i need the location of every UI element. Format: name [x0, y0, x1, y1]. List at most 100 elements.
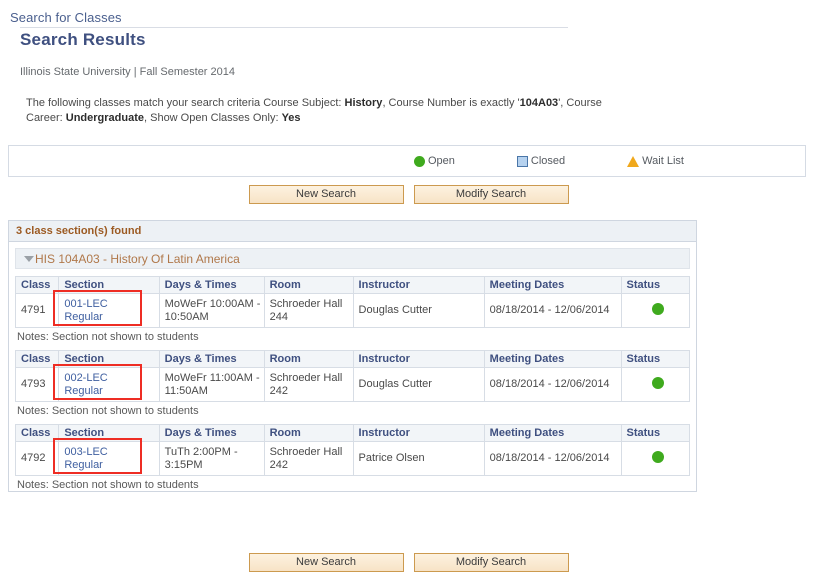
course-group-bar[interactable]: HIS 104A03 - History Of Latin America [15, 248, 690, 269]
sections-host: Class Section Days & Times Room Instructor Me… [9, 276, 696, 491]
section-block: Class Section Days & Times Room Instructor Me… [14, 350, 691, 417]
cell-meeting-dates: 08/18/2014 - 12/06/2014 [483, 367, 622, 402]
column-header-class: Class [14, 424, 60, 442]
section-type: Regular [64, 310, 103, 323]
cell-class: 4793 [14, 367, 60, 402]
column-header-meeting-dates: Meeting Dates [483, 424, 622, 442]
breadcrumb-search-for-classes-link[interactable]: Search for Classes [10, 10, 122, 25]
column-header-room: Room [263, 276, 354, 294]
criteria-subject: History [344, 97, 383, 109]
table-row: 4791 001-LEC Regular MoWeFr 10:00AM - 10:50… [14, 293, 691, 328]
cell-class: 4791 [14, 293, 60, 328]
legend-item-open: Open [414, 155, 455, 167]
cell-class: 4792 [14, 441, 60, 476]
section-link[interactable]: 002-LEC Regular [64, 372, 158, 398]
criteria-mid1: , Course Number is exactly ' [382, 97, 520, 109]
column-header-section: Section [58, 350, 160, 368]
column-header-instructor: Instructor [352, 276, 485, 294]
cell-days-times: MoWeFr 10:00AM - 10:50AM [158, 293, 265, 328]
course-group-label: HIS 104A03 - History Of Latin America [35, 252, 240, 266]
cell-instructor: Douglas Cutter [352, 293, 485, 328]
status-badge-open-icon [651, 376, 664, 389]
column-header-room: Room [263, 350, 354, 368]
cell-status [620, 367, 691, 402]
status-badge-open-icon [651, 302, 664, 315]
column-header-status: Status [620, 276, 691, 294]
criteria-course-number: 104A03 [519, 97, 559, 109]
section-table: Class Section Days & Times Room Instructor Me… [14, 276, 691, 328]
legend-item-wait-list: Wait List [627, 155, 684, 167]
table-row: 4792 003-LEC Regular TuTh 2:00PM - 3:15PM Sc… [14, 441, 691, 476]
page-header: Search for Classes Search Results Illino… [0, 0, 817, 126]
legend-item-closed: Closed [516, 155, 566, 167]
column-header-class: Class [14, 350, 60, 368]
section-notes: Notes: Section not shown to students [17, 405, 199, 417]
section-table-wrapper: Class Section Days & Times Room Instructor Me… [14, 424, 691, 476]
legend-label-open: Open [428, 155, 455, 167]
modify-search-button-bottom[interactable]: Modify Search [413, 553, 569, 572]
section-link[interactable]: 003-LEC Regular [64, 446, 158, 472]
section-notes: Notes: Section not shown to students [17, 479, 199, 491]
column-header-days-times: Days & Times [158, 350, 265, 368]
column-header-days-times: Days & Times [158, 276, 265, 294]
cell-status [620, 441, 691, 476]
closed-square-icon [516, 155, 528, 167]
column-header-meeting-dates: Meeting Dates [483, 276, 622, 294]
section-table: Class Section Days & Times Room Instructor Me… [14, 350, 691, 402]
legend-items: Open Closed Wait List [414, 146, 684, 176]
section-link[interactable]: 001-LEC Regular [64, 298, 158, 324]
modify-search-button-top[interactable]: Modify Search [413, 185, 569, 204]
column-header-section: Section [58, 424, 160, 442]
new-search-button-top[interactable]: New Search [248, 185, 404, 204]
open-circle-icon [414, 155, 425, 167]
cell-days-times: MoWeFr 11:00AM - 11:50AM [158, 367, 265, 402]
column-header-room: Room [263, 424, 354, 442]
criteria-career: Undergraduate [65, 112, 144, 124]
criteria-lead: The following classes match your search … [26, 97, 345, 109]
cell-section: 001-LEC Regular [58, 293, 160, 328]
cell-status [620, 293, 691, 328]
cell-days-times: TuTh 2:00PM - 3:15PM [158, 441, 265, 476]
cell-section: 002-LEC Regular [58, 367, 160, 402]
cell-meeting-dates: 08/18/2014 - 12/06/2014 [483, 293, 622, 328]
table-header-row: Class Section Days & Times Room Instructor Me… [14, 424, 691, 442]
criteria-open-only: Yes [281, 112, 301, 124]
column-header-days-times: Days & Times [158, 424, 265, 442]
results-found-header: 3 class section(s) found [9, 221, 696, 242]
column-header-section: Section [58, 276, 160, 294]
top-button-row: New Search Modify Search [0, 185, 817, 204]
section-block: Class Section Days & Times Room Instructor Me… [14, 424, 691, 491]
legend-label-wait-list: Wait List [642, 155, 684, 167]
breadcrumb-divider [20, 27, 568, 28]
institution-term-line: Illinois State University | Fall Semeste… [20, 66, 235, 78]
cell-room: Schroeder Hall 242 [263, 367, 354, 402]
status-badge-open-icon [651, 450, 664, 463]
cell-section: 003-LEC Regular [58, 441, 160, 476]
section-notes: Notes: Section not shown to students [17, 331, 199, 343]
column-header-class: Class [14, 276, 60, 294]
wait-list-triangle-icon [627, 155, 640, 167]
cell-room: Schroeder Hall 244 [263, 293, 354, 328]
section-table-wrapper: Class Section Days & Times Room Instructor Me… [14, 350, 691, 402]
chevron-down-icon[interactable] [24, 256, 34, 262]
section-code: 002-LEC [64, 371, 108, 384]
section-type: Regular [64, 384, 103, 397]
section-code: 003-LEC [64, 445, 108, 458]
table-header-row: Class Section Days & Times Room Instructor Me… [14, 350, 691, 368]
column-header-instructor: Instructor [352, 424, 485, 442]
section-type: Regular [64, 458, 103, 471]
cell-room: Schroeder Hall 242 [263, 441, 354, 476]
bottom-button-row: New Search Modify Search [0, 553, 817, 572]
new-search-button-bottom[interactable]: New Search [248, 553, 404, 572]
cell-instructor: Douglas Cutter [352, 367, 485, 402]
legend-label-closed: Closed [530, 155, 566, 167]
status-legend-box: Open Closed Wait List [8, 145, 806, 177]
column-header-status: Status [620, 350, 691, 368]
section-table-wrapper: Class Section Days & Times Room Instructor Me… [14, 276, 691, 328]
column-header-status: Status [620, 424, 691, 442]
section-code: 001-LEC [64, 297, 108, 310]
table-header-row: Class Section Days & Times Room Instructor Me… [14, 276, 691, 294]
table-row: 4793 002-LEC Regular MoWeFr 11:00AM - 11:50… [14, 367, 691, 402]
search-criteria-text: The following classes match your search … [26, 96, 626, 126]
section-table: Class Section Days & Times Room Instructor Me… [14, 424, 691, 476]
